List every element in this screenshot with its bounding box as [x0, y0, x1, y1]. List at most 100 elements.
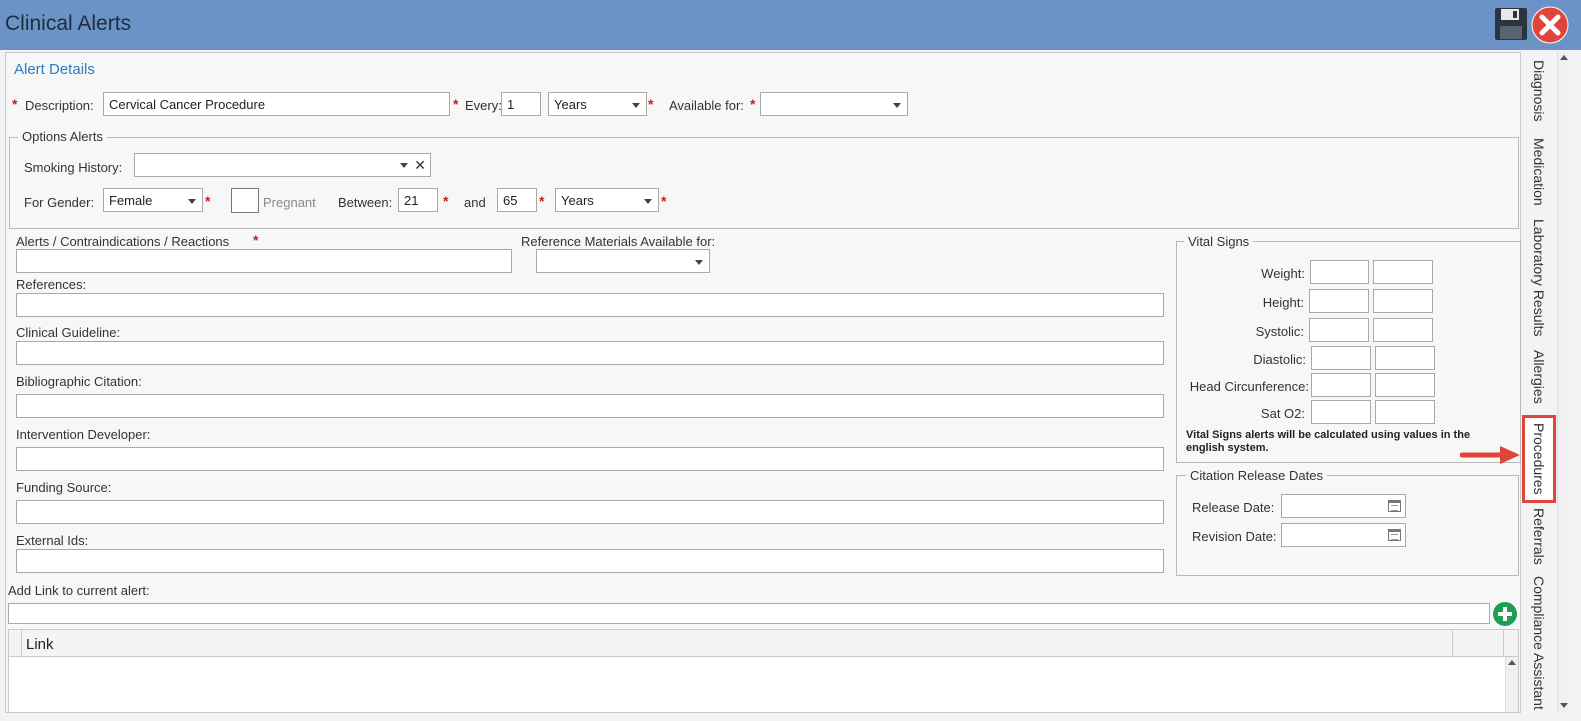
- bibliographic-citation-label: Bibliographic Citation:: [16, 374, 142, 389]
- references-label: References:: [16, 277, 87, 292]
- tab-label: Laboratory Results: [1531, 219, 1547, 337]
- age-unit-value: Years: [561, 193, 594, 208]
- alert-details-title: Alert Details: [14, 61, 95, 78]
- tab-label: Procedures: [1531, 423, 1547, 495]
- required-mark: *: [443, 193, 449, 209]
- window-title: Clinical Alerts: [5, 12, 132, 35]
- required-mark: *: [205, 193, 211, 209]
- calendar-icon[interactable]: [1388, 529, 1401, 541]
- save-icon[interactable]: [1493, 6, 1529, 42]
- reference-materials-select[interactable]: [536, 249, 710, 273]
- age-max-input[interactable]: 65: [497, 188, 537, 212]
- column-divider: [1503, 630, 1504, 657]
- options-alerts-group: [9, 137, 1519, 229]
- side-tab-bar: Diagnosis Medication Laboratory Results …: [1522, 52, 1556, 713]
- age-min-input[interactable]: 21: [398, 188, 438, 212]
- gender-value: Female: [109, 193, 153, 208]
- smoking-history-select[interactable]: ✕: [134, 153, 431, 177]
- height-label: Height:: [1262, 295, 1304, 310]
- required-mark: *: [661, 193, 667, 209]
- available-for-select[interactable]: [760, 92, 908, 116]
- between-label: Between:: [338, 195, 393, 210]
- release-date-input[interactable]: [1281, 494, 1406, 518]
- pregnant-label: Pregnant: [263, 195, 316, 210]
- weight-max-input[interactable]: [1373, 260, 1433, 284]
- vital-signs-legend: Vital Signs: [1184, 234, 1254, 249]
- description-input[interactable]: Cervical Cancer Procedure: [103, 92, 450, 116]
- required-mark: *: [648, 96, 654, 112]
- citation-dates-legend: Citation Release Dates: [1186, 468, 1327, 483]
- clear-icon[interactable]: ✕: [414, 157, 426, 174]
- smoking-history-label: Smoking History:: [24, 160, 123, 175]
- height-min-input[interactable]: [1309, 289, 1369, 313]
- link-column-header[interactable]: Link: [26, 636, 54, 653]
- tab-procedures[interactable]: Procedures: [1522, 415, 1556, 503]
- column-divider: [1452, 630, 1453, 657]
- weight-label: Weight:: [1261, 266, 1305, 281]
- required-mark: *: [253, 232, 259, 248]
- period-value: Years: [554, 97, 587, 112]
- revision-date-input[interactable]: [1281, 523, 1406, 547]
- clinical-guideline-input[interactable]: [16, 341, 1164, 365]
- contraindications-label: Alerts / Contraindications / Reactions: [16, 234, 230, 249]
- available-for-label: Available for:: [669, 98, 744, 113]
- bibliographic-citation-input[interactable]: [16, 394, 1164, 418]
- scroll-up-icon[interactable]: [1506, 657, 1518, 669]
- tab-compliance-assistant[interactable]: Compliance Assistant: [1522, 576, 1556, 713]
- contraindications-input[interactable]: [16, 249, 512, 273]
- description-label: Description:: [25, 98, 94, 113]
- gender-select[interactable]: Female: [103, 188, 203, 212]
- revision-date-label: Revision Date:: [1192, 529, 1277, 544]
- systolic-max-input[interactable]: [1373, 318, 1433, 342]
- options-alerts-legend: Options Alerts: [18, 129, 107, 144]
- systolic-min-input[interactable]: [1309, 318, 1369, 342]
- title-bar: [0, 0, 1581, 50]
- every-input[interactable]: 1: [501, 92, 541, 116]
- sat-o2-min-input[interactable]: [1311, 400, 1371, 424]
- head-circumference-label: Head Circunference:: [1189, 379, 1309, 394]
- column-divider: [21, 630, 22, 657]
- link-table-scrollbar[interactable]: [1505, 657, 1518, 712]
- tab-label: Allergies: [1531, 350, 1547, 404]
- chevron-down-icon[interactable]: [400, 163, 408, 168]
- funding-source-input[interactable]: [16, 500, 1164, 524]
- tab-label: Compliance Assistant: [1531, 576, 1547, 710]
- height-max-input[interactable]: [1373, 289, 1433, 313]
- calendar-icon[interactable]: [1388, 500, 1401, 512]
- diastolic-label: Diastolic:: [1253, 352, 1306, 367]
- add-link-label: Add Link to current alert:: [8, 583, 150, 598]
- scroll-up-icon[interactable]: [1558, 52, 1570, 64]
- tab-diagnosis[interactable]: Diagnosis: [1522, 56, 1556, 126]
- intervention-developer-input[interactable]: [16, 447, 1164, 471]
- and-label: and: [464, 195, 486, 210]
- close-icon[interactable]: [1531, 6, 1569, 44]
- sat-o2-label: Sat O2:: [1260, 406, 1305, 421]
- tab-allergies[interactable]: Allergies: [1522, 345, 1556, 409]
- link-table-header: [9, 630, 1518, 657]
- required-mark: *: [12, 96, 18, 112]
- systolic-label: Systolic:: [1255, 324, 1304, 339]
- arrow-annotation-icon: [1460, 446, 1520, 464]
- required-mark: *: [453, 96, 459, 112]
- tab-laboratory-results[interactable]: Laboratory Results: [1522, 216, 1556, 340]
- add-link-button[interactable]: [1492, 601, 1518, 627]
- external-ids-input[interactable]: [16, 549, 1164, 573]
- tab-label: Medication: [1531, 138, 1547, 206]
- references-input[interactable]: [16, 293, 1164, 317]
- release-date-label: Release Date:: [1192, 500, 1275, 515]
- age-unit-select[interactable]: Years: [555, 188, 659, 212]
- pregnant-checkbox[interactable]: [231, 188, 259, 213]
- sat-o2-max-input[interactable]: [1375, 400, 1435, 424]
- diastolic-max-input[interactable]: [1375, 346, 1435, 370]
- head-circumference-min-input[interactable]: [1311, 373, 1371, 397]
- period-select[interactable]: Years: [548, 92, 647, 116]
- link-input[interactable]: [8, 603, 1490, 624]
- diastolic-min-input[interactable]: [1311, 346, 1371, 370]
- tab-medication[interactable]: Medication: [1522, 132, 1556, 212]
- head-circumference-max-input[interactable]: [1375, 373, 1435, 397]
- scroll-down-icon[interactable]: [1558, 700, 1570, 712]
- weight-min-input[interactable]: [1310, 260, 1369, 284]
- tab-label: Diagnosis: [1531, 60, 1547, 122]
- window-scrollbar[interactable]: [1557, 52, 1569, 713]
- tab-referrals[interactable]: Referrals: [1522, 506, 1556, 566]
